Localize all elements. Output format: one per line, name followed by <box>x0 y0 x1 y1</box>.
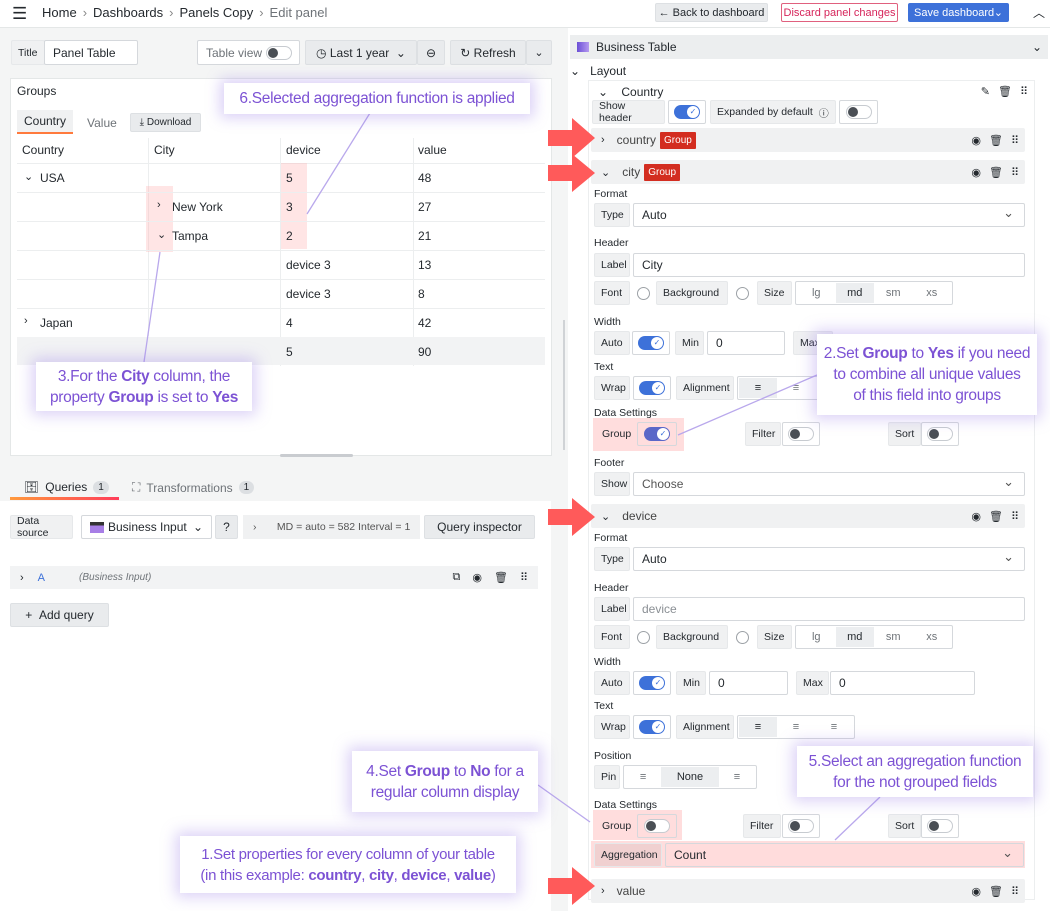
connector-6 <box>306 112 371 215</box>
connector-4 <box>537 784 591 823</box>
callout-4: 4.Set Group to No for a regular column d… <box>352 751 538 812</box>
connector-5 <box>834 796 881 841</box>
connector-2 <box>677 374 818 436</box>
arrow-icon <box>548 867 595 905</box>
callout-6: 6.Selected aggregation function is appli… <box>224 83 530 114</box>
callout-1: 1.Set properties for every column of you… <box>180 836 516 893</box>
arrow-icon <box>548 118 595 158</box>
callout-5: 5.Select an aggregation function for the … <box>797 746 1033 797</box>
callout-2: 2.Set Group to Yes if you need to combin… <box>817 334 1037 415</box>
arrow-icon <box>548 154 595 192</box>
callout-3: 3.For the City column, the property Grou… <box>36 362 252 411</box>
connector-3 <box>143 251 161 363</box>
arrow-icon <box>548 498 595 536</box>
